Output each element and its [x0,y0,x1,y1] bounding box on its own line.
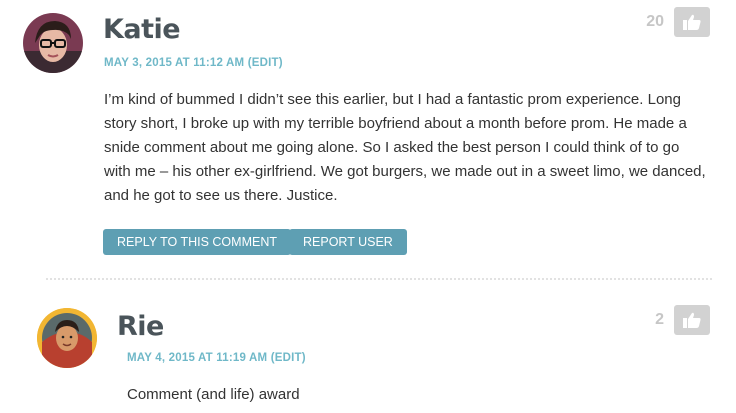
katie-avatar-image [23,13,83,73]
edit-link[interactable]: (EDIT) [271,352,306,364]
comment-line: with me – his other ex-girlfriend. We go… [104,163,706,180]
report-user-button[interactable]: REPORT USER [289,229,407,255]
edit-link[interactable]: (EDIT) [248,57,283,69]
comment-line: I’m kind of bummed I didn’t see this ear… [104,91,681,108]
comment-meta: MAY 4, 2015 AT 11:19 AM (EDIT) [127,352,306,364]
like-button[interactable] [674,7,710,37]
rie-avatar-image [37,308,97,368]
comment-date[interactable]: MAY 4, 2015 AT 11:19 AM [127,352,267,364]
avatar[interactable] [23,13,83,73]
comment-author[interactable]: Rie [117,311,164,342]
comment-body: Comment (and life) award [127,383,707,407]
comment-line: Comment (and life) award [127,386,300,403]
reply-button[interactable]: REPLY TO THIS COMMENT [103,229,291,255]
like-button[interactable] [674,305,710,335]
comment-line: and he got to see us there. Justice. [104,187,338,204]
comment-line: story short, I broke up with my terrible… [104,115,687,132]
comment-meta: MAY 3, 2015 AT 11:12 AM (EDIT) [104,57,283,69]
like-count: 2 [655,311,664,328]
comment-divider [46,278,712,280]
comment-body: I’m kind of bummed I didn’t see this ear… [104,88,724,208]
thumbs-up-icon [683,312,701,328]
comment-line: snide comment about me going alone. So I… [104,139,680,156]
comment-date[interactable]: MAY 3, 2015 AT 11:12 AM [104,57,244,69]
comment-author[interactable]: Katie [103,14,181,45]
avatar[interactable] [37,308,97,368]
like-count: 20 [646,13,664,30]
thumbs-up-icon [683,14,701,30]
